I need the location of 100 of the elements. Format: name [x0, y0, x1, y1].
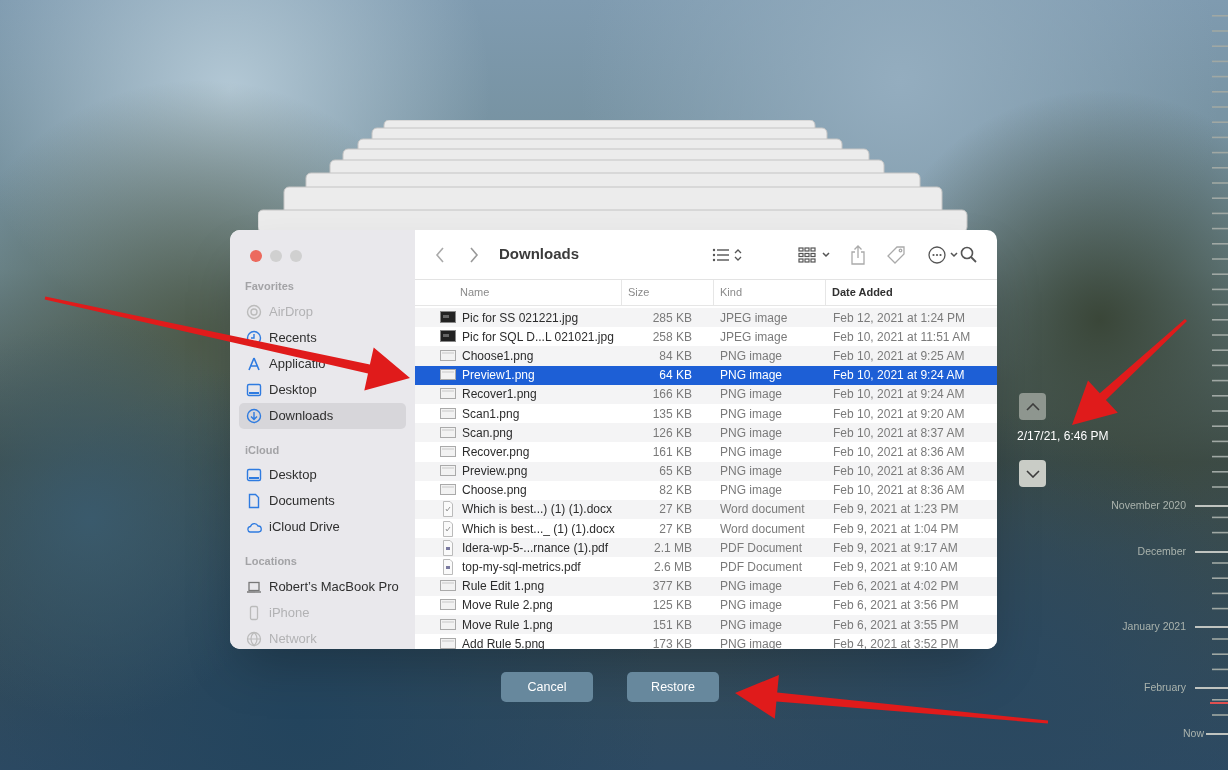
file-kind: PNG image	[719, 405, 784, 423]
cancel-button[interactable]: Cancel	[501, 672, 593, 702]
globe-icon	[246, 630, 262, 647]
forward-icon[interactable]	[469, 246, 479, 263]
file-kind: Word document	[719, 501, 806, 519]
file-kind: PNG image	[719, 347, 784, 365]
window-title: Downloads	[499, 244, 579, 265]
file-size: 27 KB	[658, 520, 693, 538]
file-row[interactable]: Which is best...) (1) (1).docx 27 KB Word document Feb 9, 2021 at 1:23 PM	[415, 499, 997, 520]
file-date: Feb 4, 2021 at 3:52 PM	[832, 635, 960, 649]
file-size: 65 KB	[658, 463, 693, 481]
back-icon[interactable]	[435, 246, 445, 263]
file-row[interactable]: Scan.png 126 KB PNG image Feb 10, 2021 at 8:37 AM	[415, 423, 997, 443]
file-name: Recover.png	[462, 443, 530, 461]
file-kind: PNG image	[719, 463, 784, 481]
file-name: Pic for SS 021221.jpg	[462, 309, 579, 327]
pdf-file-icon	[440, 559, 456, 576]
file-kind: PNG image	[719, 367, 784, 385]
column-header[interactable]: Size	[622, 280, 714, 305]
timeline-label[interactable]: December	[1137, 544, 1186, 560]
restore-button[interactable]: Restore	[627, 672, 719, 702]
file-name: Preview.png	[462, 463, 528, 481]
file-size: 258 KB	[651, 328, 693, 346]
older-backup-button[interactable]	[1019, 393, 1046, 420]
search-icon[interactable]	[960, 246, 977, 263]
file-kind: PDF Document	[719, 559, 804, 577]
desktop-icon	[246, 381, 262, 398]
file-row[interactable]: Preview.png 65 KB PNG image Feb 10, 2021 at 8:36 AM	[415, 461, 997, 481]
file-date: Feb 9, 2021 at 1:23 PM	[832, 501, 960, 519]
file-size: 135 KB	[651, 405, 693, 423]
image-file-icon	[440, 443, 456, 460]
chevron-up-icon	[1025, 402, 1040, 411]
file-name: top-my-sql-metrics.pdf	[462, 559, 581, 577]
file-size: 173 KB	[651, 635, 693, 649]
file-name: Choose1.png	[462, 347, 534, 365]
timeline-label[interactable]: January 2021	[1122, 619, 1186, 635]
desktop-icon	[246, 467, 262, 483]
close-button[interactable]	[250, 250, 262, 262]
file-name: Which is best..._ (1) (1).docx	[462, 520, 615, 538]
file-name: Rule Edit 1.png	[462, 578, 545, 596]
tag-icon[interactable]	[886, 244, 906, 265]
sidebar-item[interactable]: Desktop	[239, 376, 406, 403]
column-header[interactable]: Name	[415, 280, 622, 305]
newer-backup-button[interactable]	[1019, 460, 1046, 487]
file-date: Feb 10, 2021 at 9:20 AM	[832, 405, 966, 423]
file-kind: PNG image	[719, 424, 784, 442]
grid-view-icon[interactable]	[798, 246, 832, 263]
image-file-icon	[440, 347, 456, 364]
file-date: Feb 10, 2021 at 11:51 AM	[832, 328, 972, 346]
photo-file-icon	[440, 328, 456, 345]
share-icon[interactable]	[850, 244, 866, 265]
file-name: Preview1.png	[462, 367, 535, 385]
sidebar-item[interactable]: Desktop	[239, 462, 406, 488]
file-row[interactable]: Idera-wp-5-...rnance (1).pdf 2.1 MB PDF Document Feb 9, 2021 at 9:17 AM	[415, 538, 997, 558]
file-date: Feb 10, 2021 at 8:36 AM	[832, 443, 966, 461]
file-size: 2.1 MB	[653, 539, 693, 557]
file-date: Feb 10, 2021 at 8:36 AM	[832, 482, 966, 500]
file-row[interactable]: Choose1.png 84 KB PNG image Feb 10, 2021 at 9:25 AM	[415, 346, 997, 366]
sidebar-item[interactable]: Documents	[239, 488, 406, 514]
document-icon	[440, 501, 456, 518]
image-file-icon	[440, 616, 456, 633]
file-size: 126 KB	[651, 424, 693, 442]
column-header[interactable]: Date Added	[826, 280, 997, 305]
file-name: Pic for SQL D...L 021021.jpg	[462, 328, 614, 346]
image-file-icon	[440, 405, 456, 422]
file-date: Feb 9, 2021 at 9:17 AM	[832, 539, 959, 557]
sidebar-item[interactable]: Downloads	[239, 402, 406, 429]
sidebar-item[interactable]: Robert’s MacBook Pro	[239, 573, 406, 600]
timeline-label[interactable]: November 2020	[1111, 498, 1186, 514]
file-size: 2.6 MB	[653, 559, 693, 577]
file-name: Scan1.png	[462, 405, 520, 423]
file-date: Feb 9, 2021 at 9:10 AM	[832, 559, 959, 577]
file-name: Scan.png	[462, 424, 513, 442]
file-name: Move Rule 2.png	[462, 597, 553, 615]
backup-time: 2/17/21, 6:46 PM	[1017, 428, 1109, 445]
sidebar-item[interactable]: iCloud Drive	[239, 514, 406, 540]
file-date: Feb 10, 2021 at 8:36 AM	[832, 463, 966, 481]
file-size: 125 KB	[651, 597, 693, 615]
sidebar-item[interactable]: Recents	[239, 324, 406, 351]
file-date: Feb 10, 2021 at 8:37 AM	[832, 424, 966, 442]
airdrop-icon	[246, 303, 262, 320]
column-header[interactable]: Kind	[714, 280, 826, 305]
file-row[interactable]: Move Rule 1.png 151 KB PNG image Feb 6, 2021 at 3:55 PM	[415, 615, 997, 635]
chevron-down-icon	[1025, 469, 1040, 478]
timeline-label[interactable]: Now	[1183, 726, 1204, 742]
file-row[interactable]: Preview1.png 64 KB PNG image Feb 10, 2021 at 9:24 AM	[415, 365, 997, 385]
file-date: Feb 12, 2021 at 1:24 PM	[832, 309, 967, 327]
file-row[interactable]: Pic for SS 021221.jpg 285 KB JPEG image Feb 12, 2021 at 1:24 PM	[415, 308, 997, 328]
timeline-label[interactable]: February	[1144, 680, 1186, 696]
file-row[interactable]: Rule Edit 1.png 377 KB PNG image Feb 6, 2021 at 4:02 PM	[415, 576, 997, 596]
sidebar-item[interactable]: Applicatio	[239, 350, 406, 377]
file-kind: PNG image	[719, 386, 784, 404]
file-row[interactable]: Recover1.png 166 KB PNG image Feb 10, 2021 at 9:24 AM	[415, 384, 997, 404]
file-size: 166 KB	[651, 386, 693, 404]
file-date: Feb 10, 2021 at 9:24 AM	[832, 367, 966, 385]
more-icon[interactable]	[928, 245, 960, 264]
list-view-icon[interactable]	[712, 246, 742, 263]
file-size: 151 KB	[651, 616, 693, 634]
file-kind: JPEG image	[719, 328, 789, 346]
file-kind: PNG image	[719, 578, 784, 596]
